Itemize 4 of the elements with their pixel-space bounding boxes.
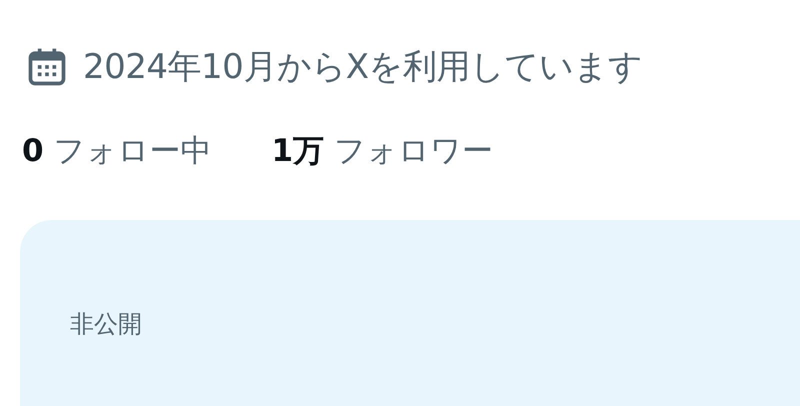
stat-link[interactable]: 1万 フォロワー <box>271 130 493 172</box>
joined-date: 2024年10月からXを利用しています <box>83 46 643 89</box>
card-label: 非公開 <box>70 310 142 338</box>
stat-link[interactable]: 0 フォロー中 <box>22 130 212 172</box>
